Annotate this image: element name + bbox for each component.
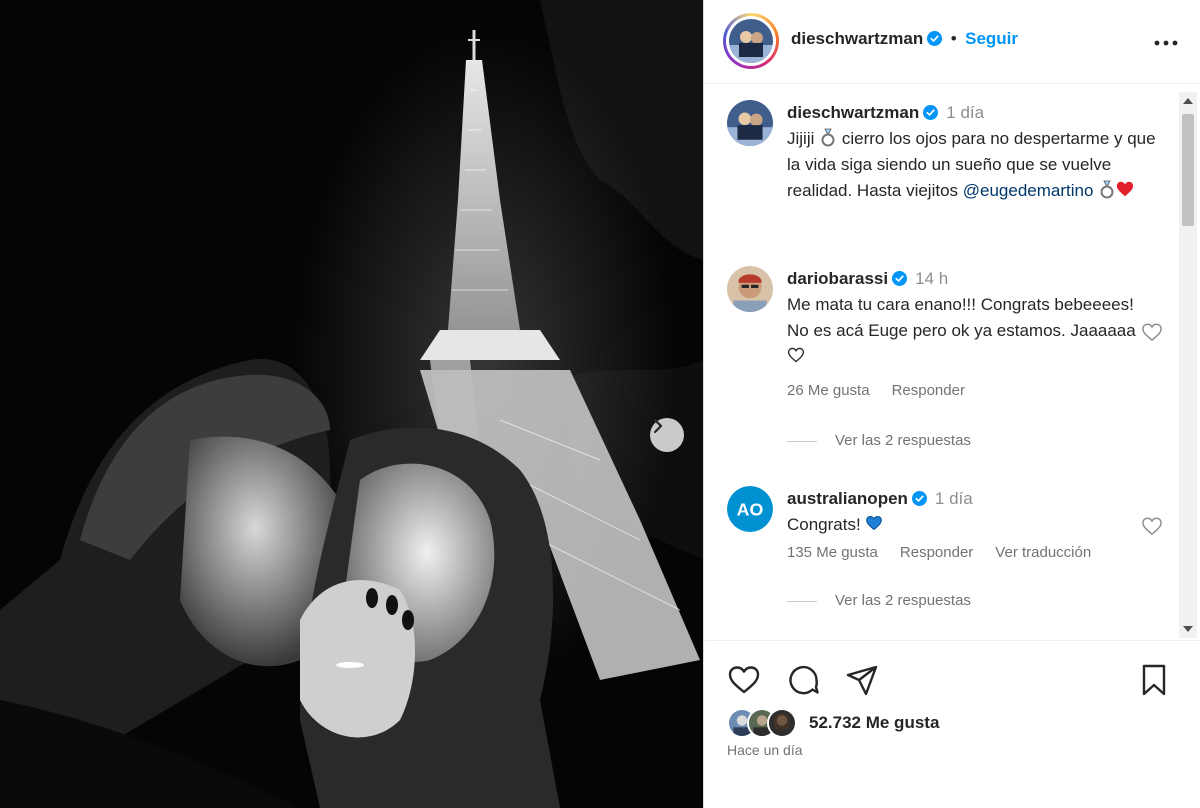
avatar <box>767 708 797 738</box>
comment-text: Congrats! <box>787 515 861 534</box>
caption: dieschwartzman 1 día Jijiji cierro los oj… <box>727 100 1157 250</box>
comment-body: dariobarassi 14 h Me mata tu cara enano!!… <box>787 266 1157 370</box>
comment-meta: 26 Me gusta Responder <box>787 382 987 399</box>
comment-likes[interactable]: 135 Me gusta <box>787 544 878 561</box>
replies-divider <box>787 440 817 442</box>
verified-badge-icon <box>927 31 943 46</box>
author-username[interactable]: dieschwartzman <box>791 29 923 48</box>
comment-icon[interactable] <box>787 663 821 697</box>
verified-badge-icon <box>892 271 908 286</box>
liked-by-avatars <box>727 708 807 738</box>
reply-button[interactable]: Responder <box>892 382 965 399</box>
avatar <box>729 19 773 63</box>
comment-username[interactable]: australianopen <box>787 489 908 508</box>
bookmark-icon[interactable] <box>1137 663 1171 697</box>
scroll-down-arrow-icon[interactable] <box>1183 626 1193 632</box>
comment-item: dariobarassi 14 h Me mata tu cara enano!!… <box>727 266 1162 456</box>
scrollbar-thumb[interactable] <box>1182 114 1194 226</box>
scroll-up-arrow-icon[interactable] <box>1183 98 1193 104</box>
follow-button[interactable]: Seguir <box>965 29 1018 48</box>
ao-logo-text: AO <box>737 499 764 519</box>
more-options-button[interactable] <box>1154 34 1178 46</box>
header-user-block: dieschwartzman • Seguir <box>791 29 1018 49</box>
ring-emoji-icon <box>821 128 835 147</box>
translate-button[interactable]: Ver traducción <box>995 544 1091 561</box>
post-timestamp[interactable]: Hace un día <box>727 742 803 758</box>
caption-time[interactable]: 1 día <box>946 103 984 122</box>
red-heart-emoji-icon <box>1117 181 1134 197</box>
verified-badge-icon <box>911 491 927 506</box>
like-comment-heart-icon[interactable] <box>1141 322 1163 342</box>
post-photo[interactable] <box>0 0 704 808</box>
comment-username[interactable]: dariobarassi <box>787 269 888 288</box>
comment-time[interactable]: 14 h <box>915 269 948 288</box>
ring-emoji-icon <box>1100 180 1114 199</box>
comment-meta: 135 Me gusta Responder Ver traducción <box>787 544 1113 561</box>
like-comment-heart-icon[interactable] <box>1141 516 1163 536</box>
verified-badge-icon <box>923 105 939 120</box>
caption-text-start: Jijiji <box>787 129 815 148</box>
comment-likes[interactable]: 26 Me gusta <box>787 382 870 399</box>
caption-body: dieschwartzman 1 día Jijiji cierro los oj… <box>787 100 1157 204</box>
view-replies-button[interactable]: Ver las 2 respuestas <box>787 592 971 609</box>
instagram-post-window: dieschwartzman • Seguir dieschwartzman 1… <box>0 0 1200 808</box>
post-header: dieschwartzman • Seguir <box>705 0 1200 84</box>
more-horizontal-icon <box>1154 40 1178 46</box>
view-replies-button[interactable]: Ver las 2 respuestas <box>787 432 971 449</box>
blue-heart-emoji-icon <box>866 515 883 531</box>
heart-icon[interactable] <box>727 663 761 697</box>
comment-text: Me mata tu cara enano!!! Congrats bebeee… <box>787 295 1136 340</box>
comments-scroll-area[interactable]: dieschwartzman 1 día Jijiji cierro los oj… <box>705 92 1183 640</box>
likes-count[interactable]: 52.732 Me gusta <box>809 713 939 733</box>
next-photo-button[interactable] <box>650 418 684 452</box>
reply-button[interactable]: Responder <box>900 544 973 561</box>
avatar[interactable] <box>727 266 773 312</box>
chevron-right-icon <box>653 418 663 434</box>
post-details-panel: dieschwartzman • Seguir dieschwartzman 1… <box>705 0 1200 808</box>
view-replies-label: Ver las 2 respuestas <box>835 432 971 449</box>
avatar[interactable]: AO <box>727 486 773 532</box>
separator-dot: • <box>950 29 957 48</box>
send-icon[interactable] <box>845 663 879 697</box>
caption-username[interactable]: dieschwartzman <box>787 103 919 122</box>
white-heart-emoji-icon <box>787 347 805 363</box>
caption-mention-link[interactable]: @eugedemartino <box>963 181 1094 200</box>
comment-item: AO australianopen 1 día Congrats! 135 Me … <box>727 486 1162 636</box>
view-replies-label: Ver las 2 respuestas <box>835 592 971 609</box>
replies-divider <box>787 600 817 602</box>
comments-scrollbar[interactable] <box>1179 92 1197 638</box>
comment-body: australianopen 1 día Congrats! <box>787 486 1157 538</box>
avatar[interactable] <box>727 100 773 146</box>
photo-illustration <box>0 0 703 808</box>
author-avatar-story-ring[interactable] <box>723 13 779 69</box>
comment-time[interactable]: 1 día <box>935 489 973 508</box>
